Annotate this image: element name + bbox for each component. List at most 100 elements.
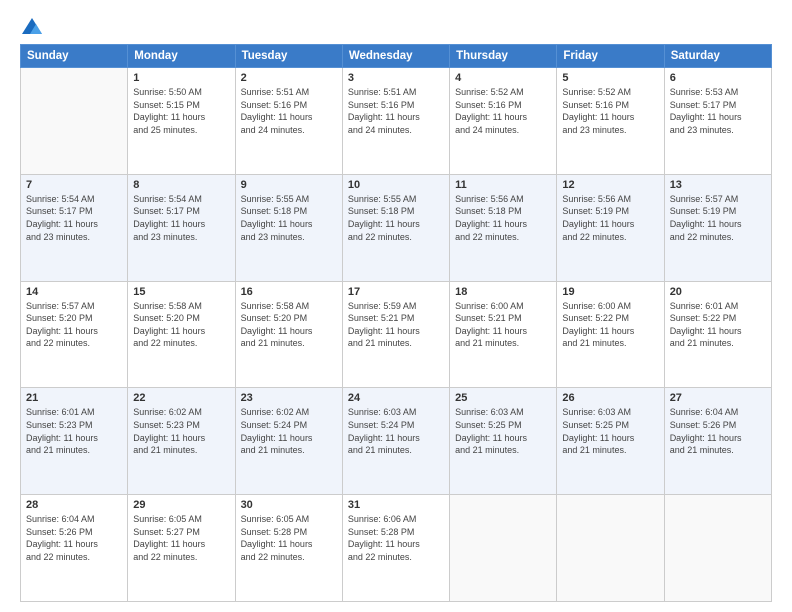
- calendar-header-friday: Friday: [557, 45, 664, 68]
- day-number: 8: [133, 179, 229, 191]
- day-number: 30: [241, 499, 337, 511]
- day-number: 25: [455, 392, 551, 404]
- calendar-cell: 6 Sunrise: 5:53 AM Sunset: 5:17 PM Daylig…: [664, 68, 771, 175]
- day-info: Sunrise: 5:57 AM Sunset: 5:19 PM Dayligh…: [670, 193, 766, 243]
- calendar-cell: 24 Sunrise: 6:03 AM Sunset: 5:24 PM Dayli…: [342, 388, 449, 495]
- calendar-cell: 11 Sunrise: 5:56 AM Sunset: 5:18 PM Dayli…: [450, 174, 557, 281]
- calendar-week-row: 28Sunrise: 6:04 AM Sunset: 5:26 PM Dayli…: [21, 495, 772, 602]
- day-info: Sunrise: 6:03 AM Sunset: 5:25 PM Dayligh…: [455, 406, 551, 456]
- calendar-cell: 27 Sunrise: 6:04 AM Sunset: 5:26 PM Dayli…: [664, 388, 771, 495]
- calendar-header-tuesday: Tuesday: [235, 45, 342, 68]
- calendar-cell: 19 Sunrise: 6:00 AM Sunset: 5:22 PM Dayli…: [557, 281, 664, 388]
- calendar-cell: 29Sunrise: 6:05 AM Sunset: 5:27 PM Dayli…: [128, 495, 235, 602]
- day-number: 11: [455, 179, 551, 191]
- day-info: Sunrise: 5:57 AM Sunset: 5:20 PM Dayligh…: [26, 300, 122, 350]
- calendar-cell: 12 Sunrise: 5:56 AM Sunset: 5:19 PM Dayli…: [557, 174, 664, 281]
- calendar-header-thursday: Thursday: [450, 45, 557, 68]
- calendar-header-sunday: Sunday: [21, 45, 128, 68]
- day-number: 12: [562, 179, 658, 191]
- day-number: 20: [670, 286, 766, 298]
- day-info: Sunrise: 5:55 AM Sunset: 5:18 PM Dayligh…: [241, 193, 337, 243]
- calendar-cell: 31 Sunrise: 6:06 AM Sunset: 5:28 PM Dayli…: [342, 495, 449, 602]
- day-info: Sunrise: 5:56 AM Sunset: 5:18 PM Dayligh…: [455, 193, 551, 243]
- day-number: 9: [241, 179, 337, 191]
- calendar-cell: 9 Sunrise: 5:55 AM Sunset: 5:18 PM Daylig…: [235, 174, 342, 281]
- day-number: 22: [133, 392, 229, 404]
- day-info: Sunrise: 6:02 AM Sunset: 5:23 PM Dayligh…: [133, 406, 229, 456]
- day-number: 23: [241, 392, 337, 404]
- calendar-cell: 13Sunrise: 5:57 AM Sunset: 5:19 PM Dayli…: [664, 174, 771, 281]
- calendar-header-row: SundayMondayTuesdayWednesdayThursdayFrid…: [21, 45, 772, 68]
- day-info: Sunrise: 5:59 AM Sunset: 5:21 PM Dayligh…: [348, 300, 444, 350]
- day-info: Sunrise: 5:58 AM Sunset: 5:20 PM Dayligh…: [133, 300, 229, 350]
- calendar-week-row: 7 Sunrise: 5:54 AM Sunset: 5:17 PM Daylig…: [21, 174, 772, 281]
- day-number: 7: [26, 179, 122, 191]
- day-number: 31: [348, 499, 444, 511]
- calendar-cell: 23Sunrise: 6:02 AM Sunset: 5:24 PM Dayli…: [235, 388, 342, 495]
- calendar-week-row: 21Sunrise: 6:01 AM Sunset: 5:23 PM Dayli…: [21, 388, 772, 495]
- day-number: 26: [562, 392, 658, 404]
- calendar-cell: 21Sunrise: 6:01 AM Sunset: 5:23 PM Dayli…: [21, 388, 128, 495]
- calendar-cell: 5Sunrise: 5:52 AM Sunset: 5:16 PM Daylig…: [557, 68, 664, 175]
- day-info: Sunrise: 5:52 AM Sunset: 5:16 PM Dayligh…: [455, 86, 551, 136]
- day-info: Sunrise: 5:56 AM Sunset: 5:19 PM Dayligh…: [562, 193, 658, 243]
- day-number: 15: [133, 286, 229, 298]
- day-info: Sunrise: 6:01 AM Sunset: 5:23 PM Dayligh…: [26, 406, 122, 456]
- calendar-table: SundayMondayTuesdayWednesdayThursdayFrid…: [20, 44, 772, 602]
- calendar-week-row: 1 Sunrise: 5:50 AM Sunset: 5:15 PM Daylig…: [21, 68, 772, 175]
- calendar-cell: [21, 68, 128, 175]
- day-number: 1: [133, 72, 229, 84]
- day-number: 10: [348, 179, 444, 191]
- page: SundayMondayTuesdayWednesdayThursdayFrid…: [0, 0, 792, 612]
- calendar-cell: 30Sunrise: 6:05 AM Sunset: 5:28 PM Dayli…: [235, 495, 342, 602]
- calendar-cell: 18 Sunrise: 6:00 AM Sunset: 5:21 PM Dayli…: [450, 281, 557, 388]
- calendar-cell: 7 Sunrise: 5:54 AM Sunset: 5:17 PM Daylig…: [21, 174, 128, 281]
- calendar-cell: 28Sunrise: 6:04 AM Sunset: 5:26 PM Dayli…: [21, 495, 128, 602]
- calendar-cell: 15 Sunrise: 5:58 AM Sunset: 5:20 PM Dayli…: [128, 281, 235, 388]
- day-number: 24: [348, 392, 444, 404]
- calendar-cell: 1 Sunrise: 5:50 AM Sunset: 5:15 PM Daylig…: [128, 68, 235, 175]
- day-info: Sunrise: 6:00 AM Sunset: 5:21 PM Dayligh…: [455, 300, 551, 350]
- calendar-cell: 16Sunrise: 5:58 AM Sunset: 5:20 PM Dayli…: [235, 281, 342, 388]
- day-number: 3: [348, 72, 444, 84]
- calendar-header-monday: Monday: [128, 45, 235, 68]
- logo: [20, 18, 42, 34]
- calendar-week-row: 14Sunrise: 5:57 AM Sunset: 5:20 PM Dayli…: [21, 281, 772, 388]
- day-info: Sunrise: 5:50 AM Sunset: 5:15 PM Dayligh…: [133, 86, 229, 136]
- calendar-cell: 26Sunrise: 6:03 AM Sunset: 5:25 PM Dayli…: [557, 388, 664, 495]
- calendar-cell: [664, 495, 771, 602]
- day-info: Sunrise: 5:51 AM Sunset: 5:16 PM Dayligh…: [241, 86, 337, 136]
- calendar-cell: 2Sunrise: 5:51 AM Sunset: 5:16 PM Daylig…: [235, 68, 342, 175]
- day-info: Sunrise: 5:58 AM Sunset: 5:20 PM Dayligh…: [241, 300, 337, 350]
- day-info: Sunrise: 6:00 AM Sunset: 5:22 PM Dayligh…: [562, 300, 658, 350]
- calendar-cell: 14Sunrise: 5:57 AM Sunset: 5:20 PM Dayli…: [21, 281, 128, 388]
- day-number: 4: [455, 72, 551, 84]
- calendar-cell: 17Sunrise: 5:59 AM Sunset: 5:21 PM Dayli…: [342, 281, 449, 388]
- day-number: 29: [133, 499, 229, 511]
- day-number: 27: [670, 392, 766, 404]
- day-number: 6: [670, 72, 766, 84]
- day-info: Sunrise: 6:01 AM Sunset: 5:22 PM Dayligh…: [670, 300, 766, 350]
- day-info: Sunrise: 6:04 AM Sunset: 5:26 PM Dayligh…: [670, 406, 766, 456]
- logo-icon: [22, 18, 42, 34]
- header: [20, 18, 772, 34]
- calendar-header-wednesday: Wednesday: [342, 45, 449, 68]
- calendar-cell: 20 Sunrise: 6:01 AM Sunset: 5:22 PM Dayli…: [664, 281, 771, 388]
- calendar-cell: [450, 495, 557, 602]
- day-info: Sunrise: 5:54 AM Sunset: 5:17 PM Dayligh…: [26, 193, 122, 243]
- day-info: Sunrise: 6:04 AM Sunset: 5:26 PM Dayligh…: [26, 513, 122, 563]
- calendar-cell: [557, 495, 664, 602]
- day-info: Sunrise: 5:53 AM Sunset: 5:17 PM Dayligh…: [670, 86, 766, 136]
- calendar-cell: 4 Sunrise: 5:52 AM Sunset: 5:16 PM Daylig…: [450, 68, 557, 175]
- calendar-cell: 10 Sunrise: 5:55 AM Sunset: 5:18 PM Dayli…: [342, 174, 449, 281]
- calendar-cell: 25 Sunrise: 6:03 AM Sunset: 5:25 PM Dayli…: [450, 388, 557, 495]
- calendar-header-saturday: Saturday: [664, 45, 771, 68]
- day-number: 19: [562, 286, 658, 298]
- calendar-cell: 8Sunrise: 5:54 AM Sunset: 5:17 PM Daylig…: [128, 174, 235, 281]
- day-number: 18: [455, 286, 551, 298]
- day-info: Sunrise: 5:52 AM Sunset: 5:16 PM Dayligh…: [562, 86, 658, 136]
- day-info: Sunrise: 6:03 AM Sunset: 5:24 PM Dayligh…: [348, 406, 444, 456]
- day-info: Sunrise: 5:51 AM Sunset: 5:16 PM Dayligh…: [348, 86, 444, 136]
- day-info: Sunrise: 5:55 AM Sunset: 5:18 PM Dayligh…: [348, 193, 444, 243]
- day-info: Sunrise: 6:06 AM Sunset: 5:28 PM Dayligh…: [348, 513, 444, 563]
